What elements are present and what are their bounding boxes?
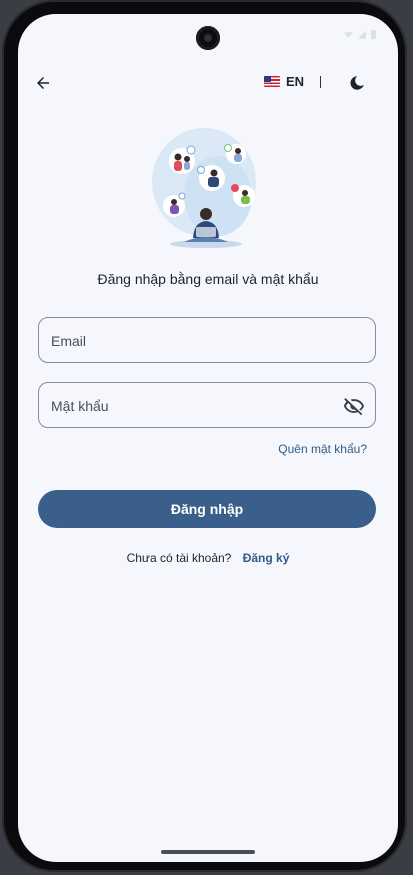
phone-frame: EN Đăng nhập bằng email và mật khẩu Emai… [2, 0, 407, 872]
app-screen: EN Đăng nhập bằng email và mật khẩu Emai… [18, 14, 398, 862]
email-field[interactable] [38, 317, 376, 364]
signup-link[interactable]: Đăng ký [243, 551, 290, 565]
status-icons [344, 30, 376, 39]
moon-icon [350, 76, 364, 90]
theme-toggle-button[interactable] [344, 70, 370, 96]
front-camera [196, 26, 220, 50]
header-divider [320, 76, 321, 88]
no-account-text: Chưa có tài khoản? [126, 551, 232, 565]
wifi-icon [344, 32, 353, 38]
login-button[interactable]: Đăng nhập [38, 490, 376, 528]
people-network-illustration [152, 128, 256, 248]
password-field[interactable] [38, 382, 376, 429]
login-subtitle: Đăng nhập bằng email và mật khẩu [97, 271, 319, 287]
us-flag-icon [264, 76, 280, 87]
eye-off-icon[interactable] [343, 395, 365, 417]
battery-icon [371, 30, 376, 39]
email-input[interactable] [49, 318, 353, 364]
language-selector[interactable]: EN [264, 74, 304, 89]
signup-row: Chưa có tài khoản? Đăng ký [18, 551, 398, 565]
password-input[interactable] [49, 383, 353, 429]
language-code: EN [286, 74, 305, 89]
back-button[interactable] [30, 70, 56, 96]
home-indicator[interactable] [161, 850, 255, 854]
forgot-password-link[interactable]: Quên mật khẩu? [278, 442, 367, 456]
arrow-left-icon [37, 77, 49, 89]
signal-icon [358, 30, 366, 39]
